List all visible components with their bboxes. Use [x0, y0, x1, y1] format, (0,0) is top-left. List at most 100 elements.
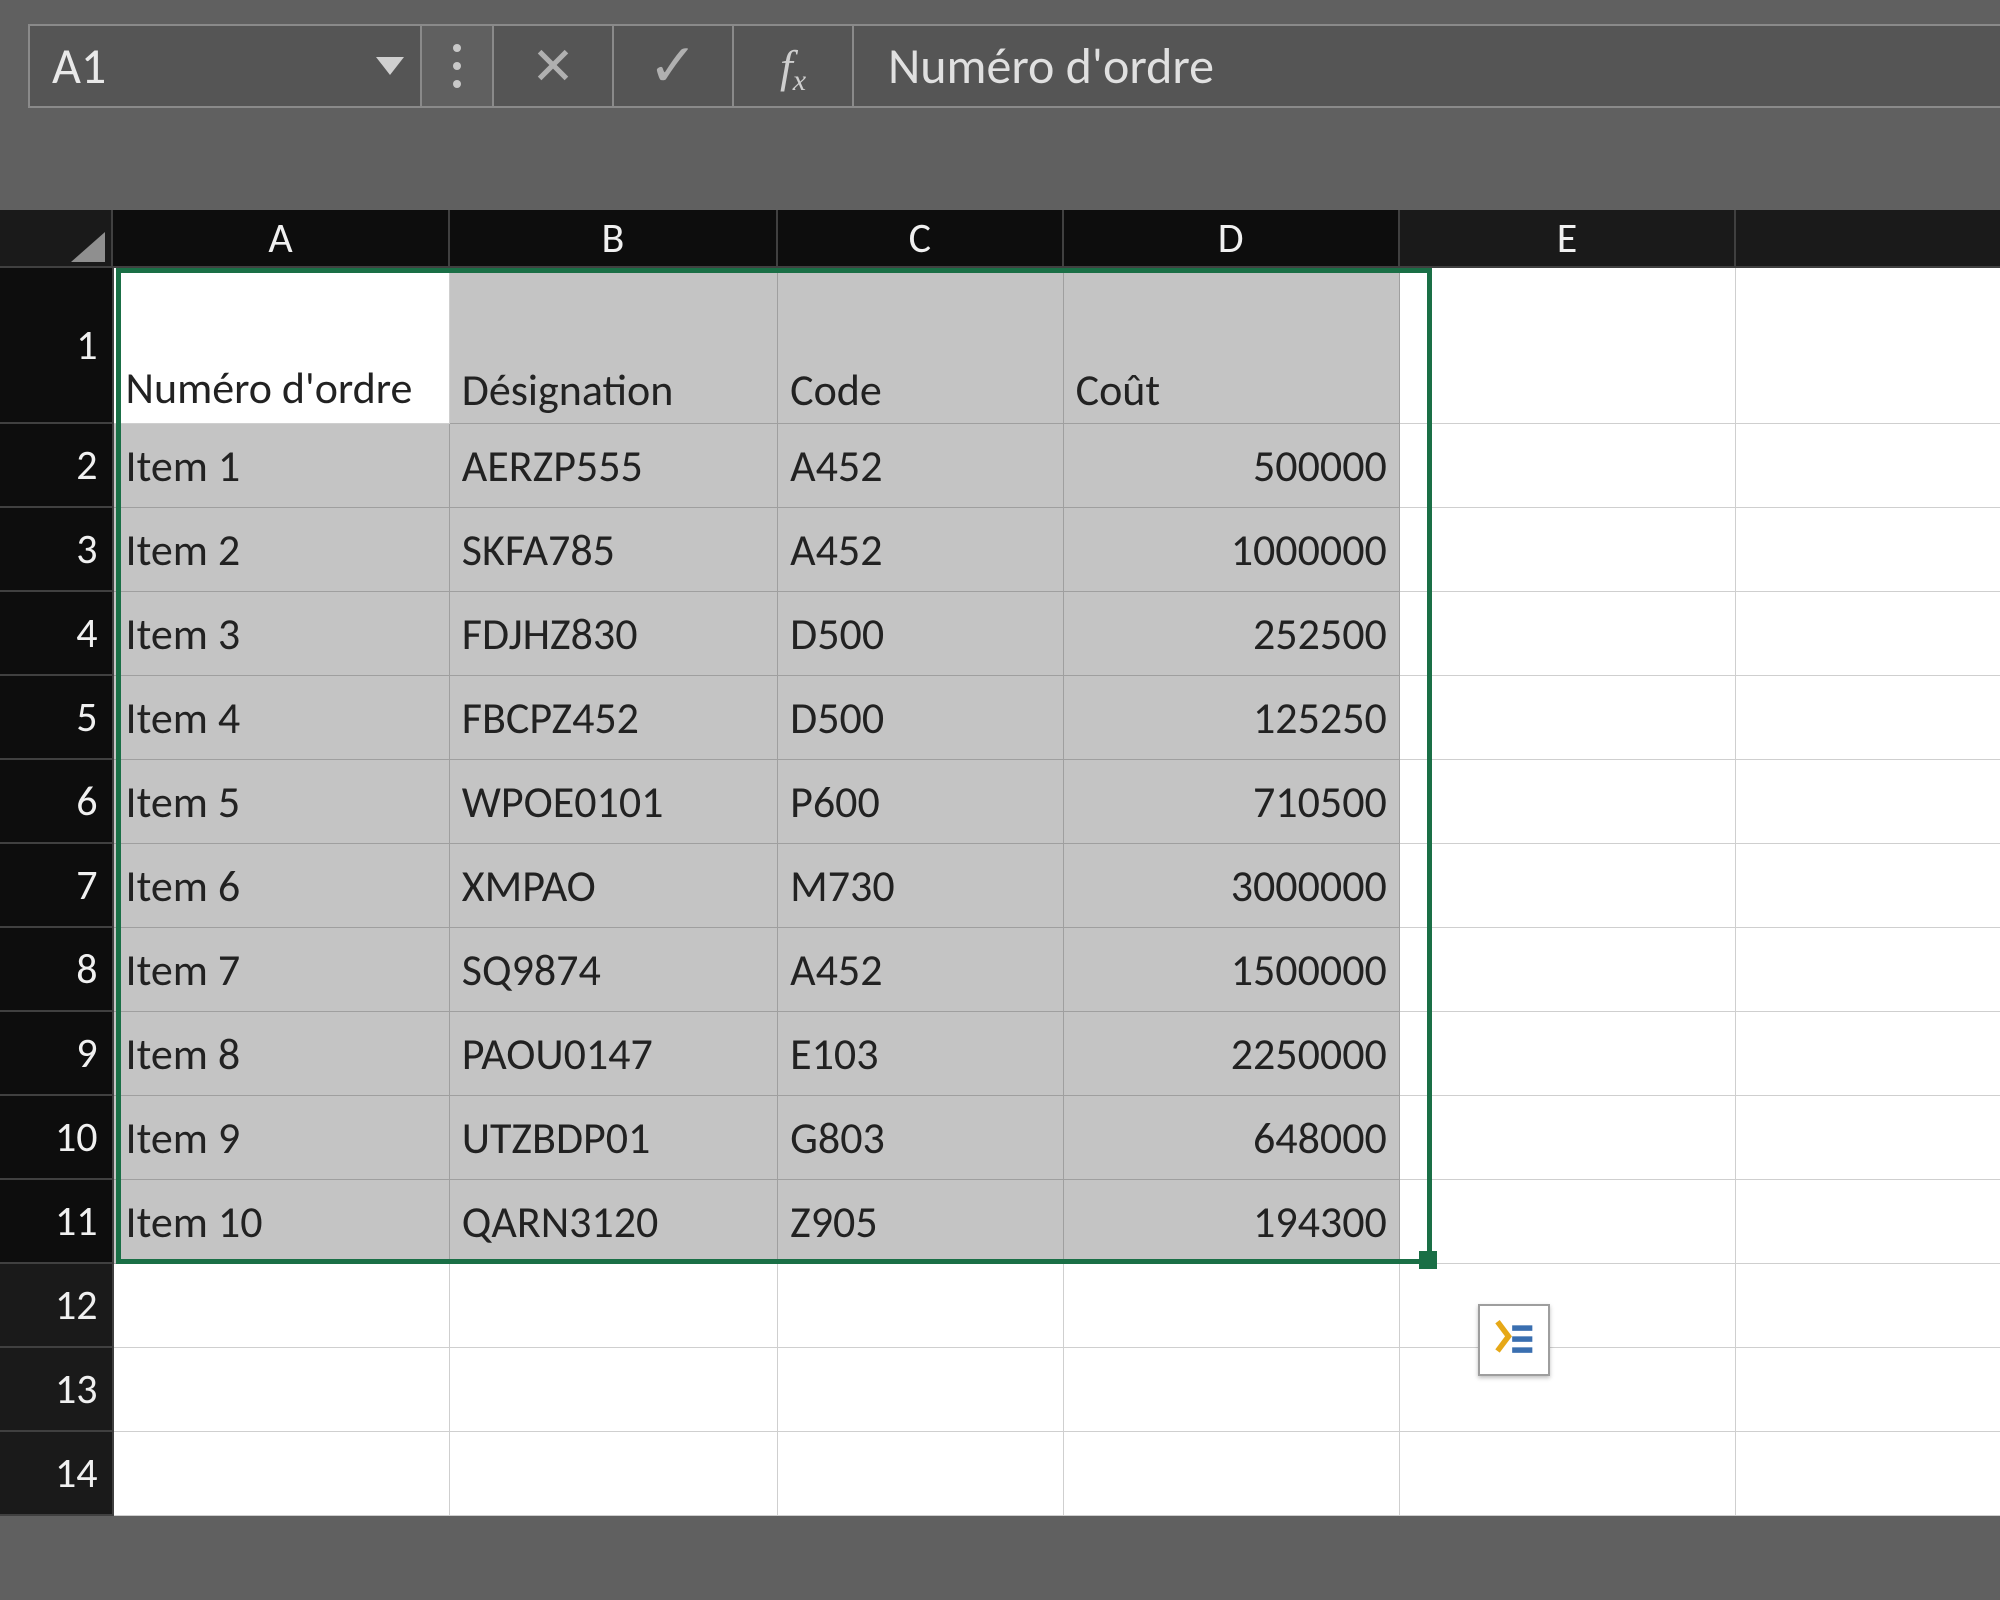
cell-F6[interactable] — [1736, 760, 2000, 844]
insert-function-button[interactable]: fx — [734, 24, 854, 108]
column-header-F-partial[interactable] — [1736, 210, 2000, 266]
cell-E8[interactable] — [1400, 928, 1736, 1012]
cell-B11[interactable]: QARN3120 — [450, 1180, 778, 1264]
column-header-A[interactable]: A — [113, 210, 449, 266]
cell-C13[interactable] — [778, 1348, 1063, 1432]
row-header-2[interactable]: 2 — [0, 424, 114, 508]
row-header-14[interactable]: 14 — [0, 1432, 114, 1516]
cell-B5[interactable]: FBCPZ452 — [450, 676, 778, 760]
cell-A6[interactable]: Item 5 — [114, 760, 450, 844]
cell-B7[interactable]: XMPAO — [450, 844, 778, 928]
cell-F13[interactable] — [1736, 1348, 2000, 1432]
column-header-E[interactable]: E — [1400, 210, 1736, 266]
cell-C5[interactable]: D500 — [778, 676, 1063, 760]
cell-A8[interactable]: Item 7 — [114, 928, 450, 1012]
cell-A2[interactable]: Item 1 — [114, 424, 450, 508]
cell-B8[interactable]: SQ9874 — [450, 928, 778, 1012]
cell-E3[interactable] — [1400, 508, 1736, 592]
cell-A3[interactable]: Item 2 — [114, 508, 450, 592]
cell-E7[interactable] — [1400, 844, 1736, 928]
row-header-6[interactable]: 6 — [0, 760, 114, 844]
cell-E13[interactable] — [1400, 1348, 1736, 1432]
quick-analysis-button[interactable] — [1478, 1304, 1550, 1376]
cell-D6[interactable]: 710500 — [1064, 760, 1400, 844]
row-header-11[interactable]: 11 — [0, 1180, 114, 1264]
cell-C11[interactable]: Z905 — [778, 1180, 1063, 1264]
cell-D3[interactable]: 1000000 — [1064, 508, 1400, 592]
cell-F5[interactable] — [1736, 676, 2000, 760]
cell-D1[interactable]: Coût — [1064, 268, 1400, 424]
cell-A11[interactable]: Item 10 — [114, 1180, 450, 1264]
cell-A14[interactable] — [114, 1432, 450, 1516]
cell-C9[interactable]: E103 — [778, 1012, 1063, 1096]
cell-D10[interactable]: 648000 — [1064, 1096, 1400, 1180]
cell-D9[interactable]: 2250000 — [1064, 1012, 1400, 1096]
cell-C3[interactable]: A452 — [778, 508, 1063, 592]
cell-A12[interactable] — [114, 1264, 450, 1348]
cell-E9[interactable] — [1400, 1012, 1736, 1096]
cell-B9[interactable]: PAOU0147 — [450, 1012, 778, 1096]
cell-E10[interactable] — [1400, 1096, 1736, 1180]
cell-F4[interactable] — [1736, 592, 2000, 676]
cell-D2[interactable]: 500000 — [1064, 424, 1400, 508]
column-header-B[interactable]: B — [450, 210, 778, 266]
column-header-D[interactable]: D — [1064, 210, 1400, 266]
cell-F2[interactable] — [1736, 424, 2000, 508]
enter-button[interactable]: ✓ — [614, 24, 734, 108]
cell-C12[interactable] — [778, 1264, 1063, 1348]
cell-C14[interactable] — [778, 1432, 1063, 1516]
cell-B14[interactable] — [450, 1432, 778, 1516]
cell-F14[interactable] — [1736, 1432, 2000, 1516]
cell-B1[interactable]: Désignation — [450, 268, 778, 424]
cell-A5[interactable]: Item 4 — [114, 676, 450, 760]
cell-F1[interactable] — [1736, 268, 2000, 424]
cell-A4[interactable]: Item 3 — [114, 592, 450, 676]
row-header-4[interactable]: 4 — [0, 592, 114, 676]
cell-C7[interactable]: M730 — [778, 844, 1063, 928]
row-header-12[interactable]: 12 — [0, 1264, 114, 1348]
row-header-9[interactable]: 9 — [0, 1012, 114, 1096]
cell-D11[interactable]: 194300 — [1064, 1180, 1400, 1264]
cell-A7[interactable]: Item 6 — [114, 844, 450, 928]
row-header-8[interactable]: 8 — [0, 928, 114, 1012]
name-box[interactable]: A1 — [28, 24, 422, 108]
cell-F10[interactable] — [1736, 1096, 2000, 1180]
cell-D12[interactable] — [1064, 1264, 1400, 1348]
cell-F7[interactable] — [1736, 844, 2000, 928]
cell-F8[interactable] — [1736, 928, 2000, 1012]
cell-E11[interactable] — [1400, 1180, 1736, 1264]
cell-E4[interactable] — [1400, 592, 1736, 676]
cell-B6[interactable]: WPOE0101 — [450, 760, 778, 844]
row-header-5[interactable]: 5 — [0, 676, 114, 760]
cell-B3[interactable]: SKFA785 — [450, 508, 778, 592]
cell-F11[interactable] — [1736, 1180, 2000, 1264]
cell-D5[interactable]: 125250 — [1064, 676, 1400, 760]
row-header-3[interactable]: 3 — [0, 508, 114, 592]
cell-E6[interactable] — [1400, 760, 1736, 844]
cell-A1[interactable]: Numéro d'ordre — [114, 268, 450, 424]
select-all-button[interactable] — [0, 210, 113, 266]
cancel-button[interactable]: ✕ — [494, 24, 614, 108]
cell-E2[interactable] — [1400, 424, 1736, 508]
cell-C4[interactable]: D500 — [778, 592, 1063, 676]
cell-B2[interactable]: AERZP555 — [450, 424, 778, 508]
row-header-1[interactable]: 1 — [0, 268, 114, 424]
cell-D13[interactable] — [1064, 1348, 1400, 1432]
cell-F3[interactable] — [1736, 508, 2000, 592]
cell-B10[interactable]: UTZBDP01 — [450, 1096, 778, 1180]
formula-input[interactable]: Numéro d'ordre — [854, 24, 2000, 108]
cell-C10[interactable]: G803 — [778, 1096, 1063, 1180]
name-box-dropdown-icon[interactable] — [376, 57, 404, 75]
cell-E12[interactable] — [1400, 1264, 1736, 1348]
cell-D4[interactable]: 252500 — [1064, 592, 1400, 676]
cell-A13[interactable] — [114, 1348, 450, 1432]
row-header-10[interactable]: 10 — [0, 1096, 114, 1180]
cell-D7[interactable]: 3000000 — [1064, 844, 1400, 928]
row-header-13[interactable]: 13 — [0, 1348, 114, 1432]
cell-C2[interactable]: A452 — [778, 424, 1063, 508]
cell-B4[interactable]: FDJHZ830 — [450, 592, 778, 676]
cell-F9[interactable] — [1736, 1012, 2000, 1096]
cell-D14[interactable] — [1064, 1432, 1400, 1516]
cell-A9[interactable]: Item 8 — [114, 1012, 450, 1096]
cell-E1[interactable] — [1400, 268, 1736, 424]
